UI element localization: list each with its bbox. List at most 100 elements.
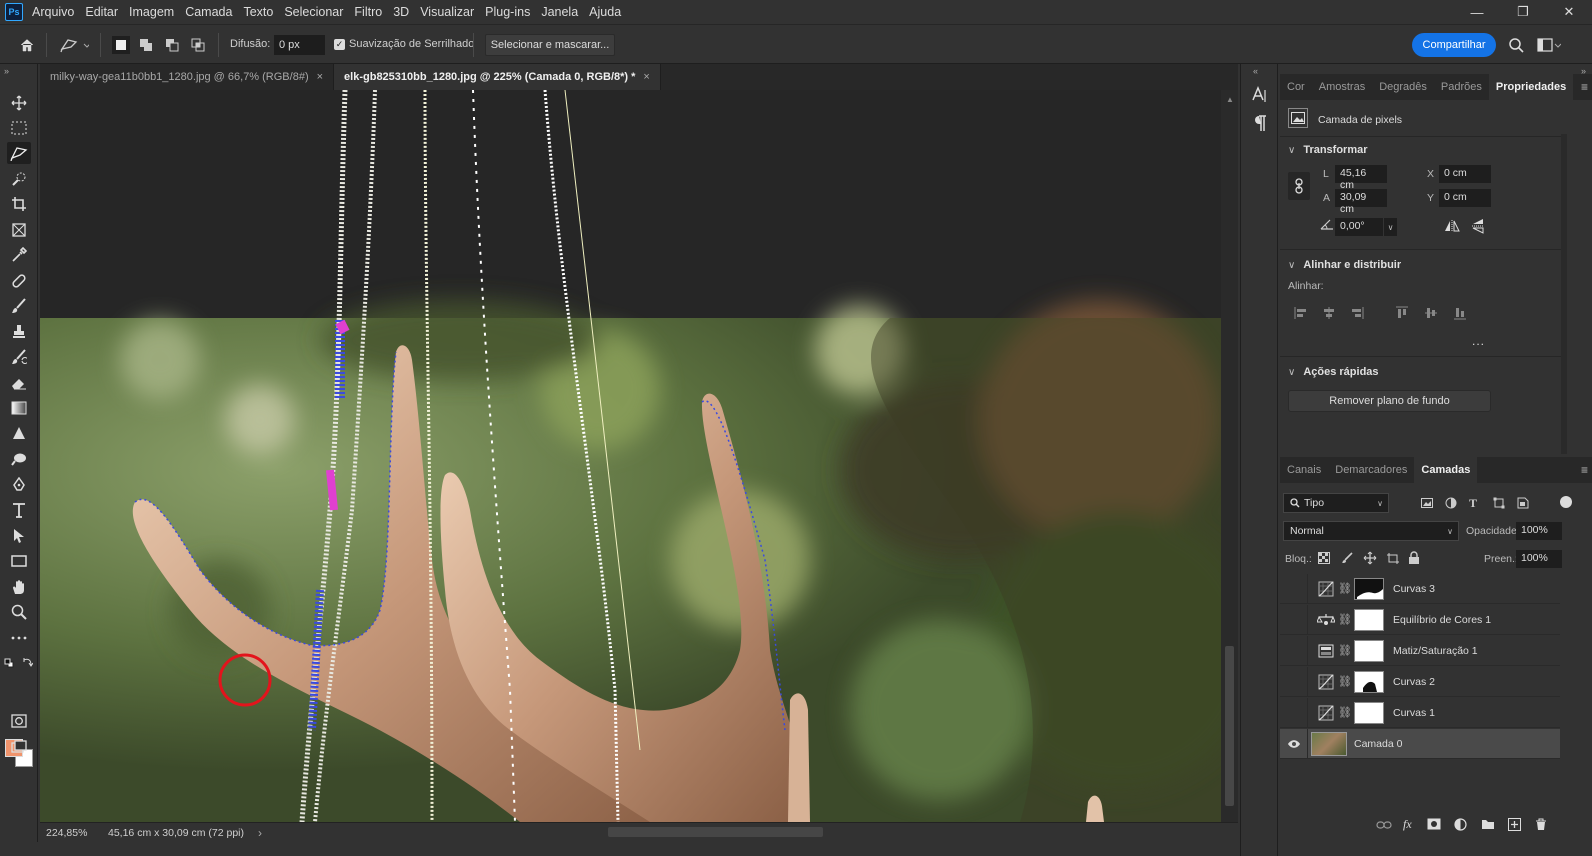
eyedropper-tool-icon[interactable] bbox=[7, 244, 31, 266]
panel-menu-icon[interactable]: ≡ bbox=[1581, 463, 1588, 477]
y-field[interactable]: 0 cm bbox=[1439, 189, 1491, 207]
menu-3d[interactable]: 3D bbox=[393, 5, 409, 19]
layer-filter-select[interactable]: Tipo ∨ bbox=[1283, 493, 1389, 513]
menu-camada[interactable]: Camada bbox=[185, 5, 232, 19]
collapse-toolbar-icon[interactable]: » bbox=[4, 66, 9, 76]
close-tab-icon[interactable]: × bbox=[317, 71, 323, 83]
layer-mask-thumbnail[interactable] bbox=[1354, 670, 1384, 693]
filter-smart-object-icon[interactable] bbox=[1517, 497, 1529, 512]
vertical-scrollbar[interactable]: ▲ bbox=[1221, 90, 1238, 822]
flip-vertical-icon[interactable] bbox=[1471, 218, 1485, 237]
tab-canais[interactable]: Canais bbox=[1280, 457, 1328, 483]
tab-elk[interactable]: elk-gb825310bb_1280.jpg @ 225% (Camada 0… bbox=[334, 64, 661, 90]
menu-plugins[interactable]: Plug-ins bbox=[485, 5, 530, 19]
elk-antler-image[interactable] bbox=[40, 90, 1221, 822]
scrollbar-thumb[interactable] bbox=[1225, 646, 1234, 806]
filter-pixel-icon[interactable] bbox=[1421, 497, 1433, 512]
brush-tool-icon[interactable] bbox=[7, 295, 31, 317]
height-field[interactable]: 30,09 cm bbox=[1335, 189, 1387, 215]
menu-visualizar[interactable]: Visualizar bbox=[420, 5, 474, 19]
align-right-icon[interactable] bbox=[1350, 306, 1364, 323]
quick-selection-tool-icon[interactable] bbox=[7, 168, 31, 190]
menu-imagem[interactable]: Imagem bbox=[129, 5, 174, 19]
layer-row-matiz-saturacao-1[interactable]: ⛓ Matiz/Saturação 1 bbox=[1280, 635, 1560, 666]
feather-input[interactable]: 0 px bbox=[274, 35, 325, 55]
swap-colors-icon[interactable] bbox=[23, 657, 34, 670]
delete-layer-icon[interactable] bbox=[1535, 818, 1547, 834]
select-and-mask-button[interactable]: Selecionar e mascarar... bbox=[485, 34, 615, 56]
blur-tool-icon[interactable] bbox=[7, 423, 31, 445]
menu-janela[interactable]: Janela bbox=[541, 5, 578, 19]
scroll-up-icon[interactable]: ▲ bbox=[1226, 95, 1234, 104]
layer-thumbnail[interactable] bbox=[1311, 731, 1347, 756]
move-tool-icon[interactable] bbox=[7, 92, 31, 114]
add-to-selection-icon[interactable] bbox=[137, 36, 155, 54]
lock-artboard-icon[interactable] bbox=[1386, 552, 1400, 567]
align-left-icon[interactable] bbox=[1294, 306, 1308, 323]
layer-row-curvas-1[interactable]: ⛓ Curvas 1 bbox=[1280, 697, 1560, 728]
antialias-checkbox[interactable]: ✓ bbox=[334, 39, 345, 50]
tab-demarcadores[interactable]: Demarcadores bbox=[1328, 457, 1414, 483]
quick-mask-icon[interactable] bbox=[7, 710, 31, 732]
add-mask-icon[interactable] bbox=[1427, 818, 1441, 833]
lasso-tool-preset-icon[interactable] bbox=[58, 36, 90, 54]
horizontal-scrollbar-thumb[interactable] bbox=[608, 827, 823, 837]
more-options-icon[interactable]: ... bbox=[1472, 334, 1485, 348]
home-icon[interactable] bbox=[18, 36, 36, 54]
document-canvas[interactable] bbox=[40, 90, 1221, 822]
new-selection-icon[interactable] bbox=[112, 36, 130, 54]
align-bottom-icon[interactable] bbox=[1453, 306, 1467, 323]
link-icon[interactable]: ⛓ bbox=[1338, 613, 1352, 626]
frame-tool-icon[interactable] bbox=[7, 219, 31, 241]
gradient-tool-icon[interactable] bbox=[7, 397, 31, 419]
rectangle-tool-icon[interactable] bbox=[7, 550, 31, 572]
menu-filtro[interactable]: Filtro bbox=[354, 5, 382, 19]
align-middle-vertical-icon[interactable] bbox=[1424, 306, 1438, 323]
search-icon[interactable] bbox=[1507, 36, 1525, 54]
link-icon[interactable]: ⛓ bbox=[1338, 706, 1352, 719]
pen-tool-icon[interactable] bbox=[7, 474, 31, 496]
align-center-horizontal-icon[interactable] bbox=[1322, 306, 1336, 323]
menu-arquivo[interactable]: Arquivo bbox=[32, 5, 74, 19]
tab-degrades[interactable]: Degradês bbox=[1372, 74, 1434, 100]
new-layer-icon[interactable] bbox=[1508, 818, 1521, 834]
flip-horizontal-icon[interactable] bbox=[1444, 219, 1460, 236]
tab-milky-way[interactable]: milky-way-gea11b0bb1_1280.jpg @ 66,7% (R… bbox=[40, 64, 335, 90]
filter-toggle-icon[interactable] bbox=[1560, 496, 1572, 508]
visibility-toggle[interactable] bbox=[1280, 728, 1308, 759]
type-tool-icon[interactable] bbox=[7, 499, 31, 521]
workspace-icon[interactable] bbox=[1536, 36, 1562, 54]
dodge-tool-icon[interactable] bbox=[7, 448, 31, 470]
opacity-field[interactable]: 100% bbox=[1516, 522, 1562, 540]
clone-stamp-tool-icon[interactable] bbox=[7, 321, 31, 343]
lock-transparent-icon[interactable] bbox=[1318, 552, 1330, 567]
filter-shape-icon[interactable] bbox=[1493, 497, 1505, 512]
visibility-toggle[interactable] bbox=[1280, 573, 1308, 604]
align-top-icon[interactable] bbox=[1395, 306, 1409, 323]
new-adjustment-layer-icon[interactable] bbox=[1454, 818, 1467, 834]
tab-padroes[interactable]: Padrões bbox=[1434, 74, 1489, 100]
character-panel-icon[interactable] bbox=[1251, 86, 1269, 107]
history-brush-tool-icon[interactable] bbox=[7, 346, 31, 368]
share-button[interactable]: Compartilhar bbox=[1412, 33, 1496, 57]
intersect-selection-icon[interactable] bbox=[189, 36, 207, 54]
tab-propriedades[interactable]: Propriedades bbox=[1488, 74, 1574, 100]
link-dimensions-icon[interactable] bbox=[1288, 172, 1310, 200]
visibility-toggle[interactable] bbox=[1280, 697, 1308, 728]
healing-brush-tool-icon[interactable] bbox=[7, 270, 31, 292]
tab-cor[interactable]: Cor bbox=[1280, 74, 1312, 100]
transform-section-header[interactable]: ∨ Transformar bbox=[1288, 144, 1368, 156]
zoom-tool-icon[interactable] bbox=[7, 601, 31, 623]
remove-background-button[interactable]: Remover plano de fundo bbox=[1288, 390, 1491, 412]
layer-row-curvas-3[interactable]: ⛓ Curvas 3 bbox=[1280, 573, 1560, 604]
link-icon[interactable]: ⛓ bbox=[1338, 675, 1352, 688]
subtract-from-selection-icon[interactable] bbox=[163, 36, 181, 54]
tab-camadas[interactable]: Camadas bbox=[1414, 457, 1478, 483]
restore-button[interactable]: ❐ bbox=[1500, 0, 1546, 24]
fill-field[interactable]: 100% bbox=[1516, 550, 1562, 568]
layer-mask-thumbnail[interactable] bbox=[1354, 577, 1384, 600]
visibility-toggle[interactable] bbox=[1280, 666, 1308, 697]
layer-row-camada-0[interactable]: Camada 0 bbox=[1280, 728, 1560, 759]
menu-selecionar[interactable]: Selecionar bbox=[284, 5, 343, 19]
menu-ajuda[interactable]: Ajuda bbox=[589, 5, 621, 19]
